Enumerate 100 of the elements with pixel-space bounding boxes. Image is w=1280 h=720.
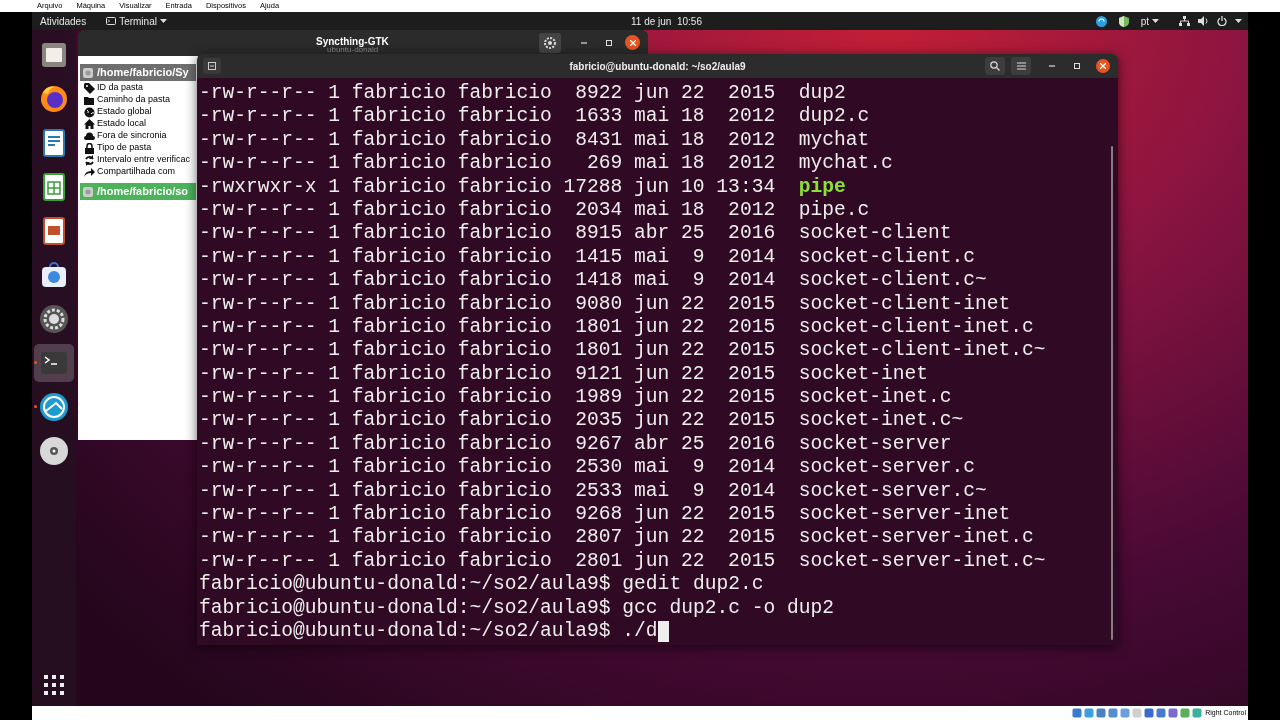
command-text: gcc dup2.c -o dup2	[622, 596, 834, 620]
file-name: pipe.c	[798, 198, 870, 223]
file-details: -rw-r--r-- 1 fabricio fabricio 2801 jun 22 2015	[199, 549, 776, 574]
app-grid-icon[interactable]	[43, 674, 65, 696]
folder-status-icon	[83, 186, 93, 197]
minimize-icon	[581, 42, 587, 44]
file-name: pipe	[798, 175, 846, 199]
network-icon	[1179, 16, 1190, 26]
share-icon	[84, 166, 95, 178]
file-name: socket-server.c	[798, 456, 976, 480]
language-menu[interactable]: pt	[1140, 13, 1159, 29]
globe-icon	[84, 106, 95, 118]
detail-label: Estado local	[97, 117, 147, 131]
shell-prompt: fabricio@ubuntu-donald:~/so2/aula9$	[199, 596, 611, 620]
file-name: mychat.c	[798, 152, 893, 176]
lock-icon	[84, 142, 95, 154]
shield-icon[interactable]	[1118, 15, 1129, 27]
power-icon	[1217, 16, 1227, 26]
file-details: -rw-r--r-- 1 fabricio fabricio 1801 jun 22 2015	[199, 315, 776, 340]
file-details: -rw-r--r-- 1 fabricio fabricio 9121 jun 22 2015	[199, 362, 776, 387]
settings-icon	[544, 37, 556, 49]
window-title: Syncthing-GTK	[316, 35, 389, 47]
detail-label: Compartilhada com	[97, 165, 176, 179]
scrollbar[interactable]	[1111, 146, 1113, 640]
file-name: socket-server-inet	[798, 503, 1011, 527]
detail-label: Estado global	[97, 105, 152, 119]
file-details: -rwxrwxr-x 1 fabricio fabricio 17288 jun 10 13:34	[199, 175, 776, 199]
folder-header[interactable]: /home/fabricio/Sy	[80, 64, 196, 81]
file-name: socket-server.c~	[798, 479, 987, 504]
file-details: -rw-r--r-- 1 fabricio fabricio 9268 jun 22 2015	[199, 503, 776, 527]
menu-button[interactable]	[1011, 57, 1031, 75]
file-details: -rw-r--r-- 1 fabricio fabricio 8431 mai 18 2012	[199, 128, 776, 153]
settings-button[interactable]	[539, 33, 561, 53]
file-name: socket-server	[798, 432, 952, 457]
status-icon[interactable]	[1192, 708, 1203, 718]
volume-icon	[1198, 16, 1209, 26]
activities-button[interactable]: Atividades	[40, 13, 87, 29]
cloud-icon	[84, 130, 95, 142]
file-name: socket-server-inet.c	[798, 526, 1034, 550]
command-text: ./d	[622, 620, 658, 644]
close-button[interactable]	[1096, 59, 1110, 73]
caret-icon	[1152, 19, 1159, 23]
file-details: -rw-r--r-- 1 fabricio fabricio 9080 jun 22 2015	[199, 292, 776, 316]
detail-label: Caminho da pasta	[97, 93, 171, 107]
detail-label: Fora de sincronia	[97, 129, 167, 143]
file-details: -rw-r--r-- 1 fabricio fabricio 8922 jun 22 2015	[199, 82, 776, 106]
refresh-icon	[84, 154, 95, 166]
status-icon[interactable]	[1096, 708, 1107, 718]
command-text: gedit dup2.c	[622, 573, 764, 597]
menu-icon	[1016, 62, 1026, 70]
file-name: mychat	[798, 128, 870, 153]
new-tab-button[interactable]	[203, 58, 221, 74]
running-indicator	[34, 361, 37, 364]
file-details: -rw-r--r-- 1 fabricio fabricio 1418 mai 9 2014	[199, 269, 776, 293]
app-menu[interactable]: Terminal	[106, 13, 167, 29]
search-button[interactable]	[985, 57, 1005, 75]
status-icon[interactable]	[1108, 708, 1119, 718]
search-icon	[990, 61, 1000, 71]
status-icon[interactable]	[1120, 708, 1131, 718]
window-title: fabricio@ubuntu-donald: ~/so2/aula9	[569, 59, 746, 74]
file-name: socket-client.c~	[798, 269, 987, 293]
file-details: -rw-r--r-- 1 fabricio fabricio 1633 mai 18 2012	[199, 105, 776, 129]
file-name: socket-client	[798, 222, 952, 246]
folder-status-icon	[83, 67, 93, 78]
system-menu[interactable]	[1179, 16, 1242, 26]
tab-icon	[208, 62, 216, 70]
file-details: -rw-r--r-- 1 fabricio fabricio 2035 jun 22 2015	[199, 409, 776, 433]
file-details: -rw-r--r-- 1 fabricio fabricio 1415 mai 9 2014	[199, 245, 776, 270]
terminal-icon	[106, 17, 117, 25]
tag-icon	[84, 82, 95, 94]
file-details: -rw-r--r-- 1 fabricio fabricio 2807 jun 22 2015	[199, 526, 776, 550]
maximize-icon	[606, 40, 612, 46]
status-icon[interactable]	[1072, 708, 1083, 718]
browser-icon	[38, 83, 70, 115]
file-name: socket-client-inet.c	[798, 315, 1034, 340]
gear-icon	[38, 303, 70, 335]
status-icon[interactable]	[1180, 708, 1191, 718]
detail-label: ID da pasta	[97, 81, 144, 95]
clock[interactable]: 11 de jun 10:56	[631, 13, 702, 29]
caret-icon	[159, 19, 167, 23]
status-icon[interactable]	[1084, 708, 1095, 718]
status-icon[interactable]	[1156, 708, 1167, 718]
network-icon	[38, 391, 70, 423]
sync-icon[interactable]	[1095, 15, 1107, 27]
status-icon[interactable]	[1144, 708, 1155, 718]
file-name: dup2.c	[798, 105, 870, 129]
file-details: -rw-r--r-- 1 fabricio fabricio 2034 mai 18 2012	[199, 198, 776, 223]
close-icon	[1100, 63, 1106, 69]
file-name: socket-inet.c	[798, 386, 952, 410]
status-icon[interactable]	[1168, 708, 1179, 718]
file-name: socket-inet.c~	[798, 409, 964, 433]
detail-label: Tipo de pasta	[97, 141, 152, 155]
detail-label: Intervalo entre verificac	[97, 153, 191, 167]
file-details: -rw-r--r-- 1 fabricio fabricio 9267 abr 25 2016	[199, 432, 776, 457]
file-details: -rw-r--r-- 1 fabricio fabricio 2530 mai 9 2014	[199, 456, 776, 480]
close-icon	[629, 39, 636, 46]
shell-prompt: fabricio@ubuntu-donald:~/so2/aula9$	[199, 573, 611, 597]
running-indicator	[34, 405, 37, 408]
file-details: -rw-r--r-- 1 fabricio fabricio 269 mai 18 2012	[199, 152, 776, 176]
maximize-icon	[1074, 63, 1080, 69]
